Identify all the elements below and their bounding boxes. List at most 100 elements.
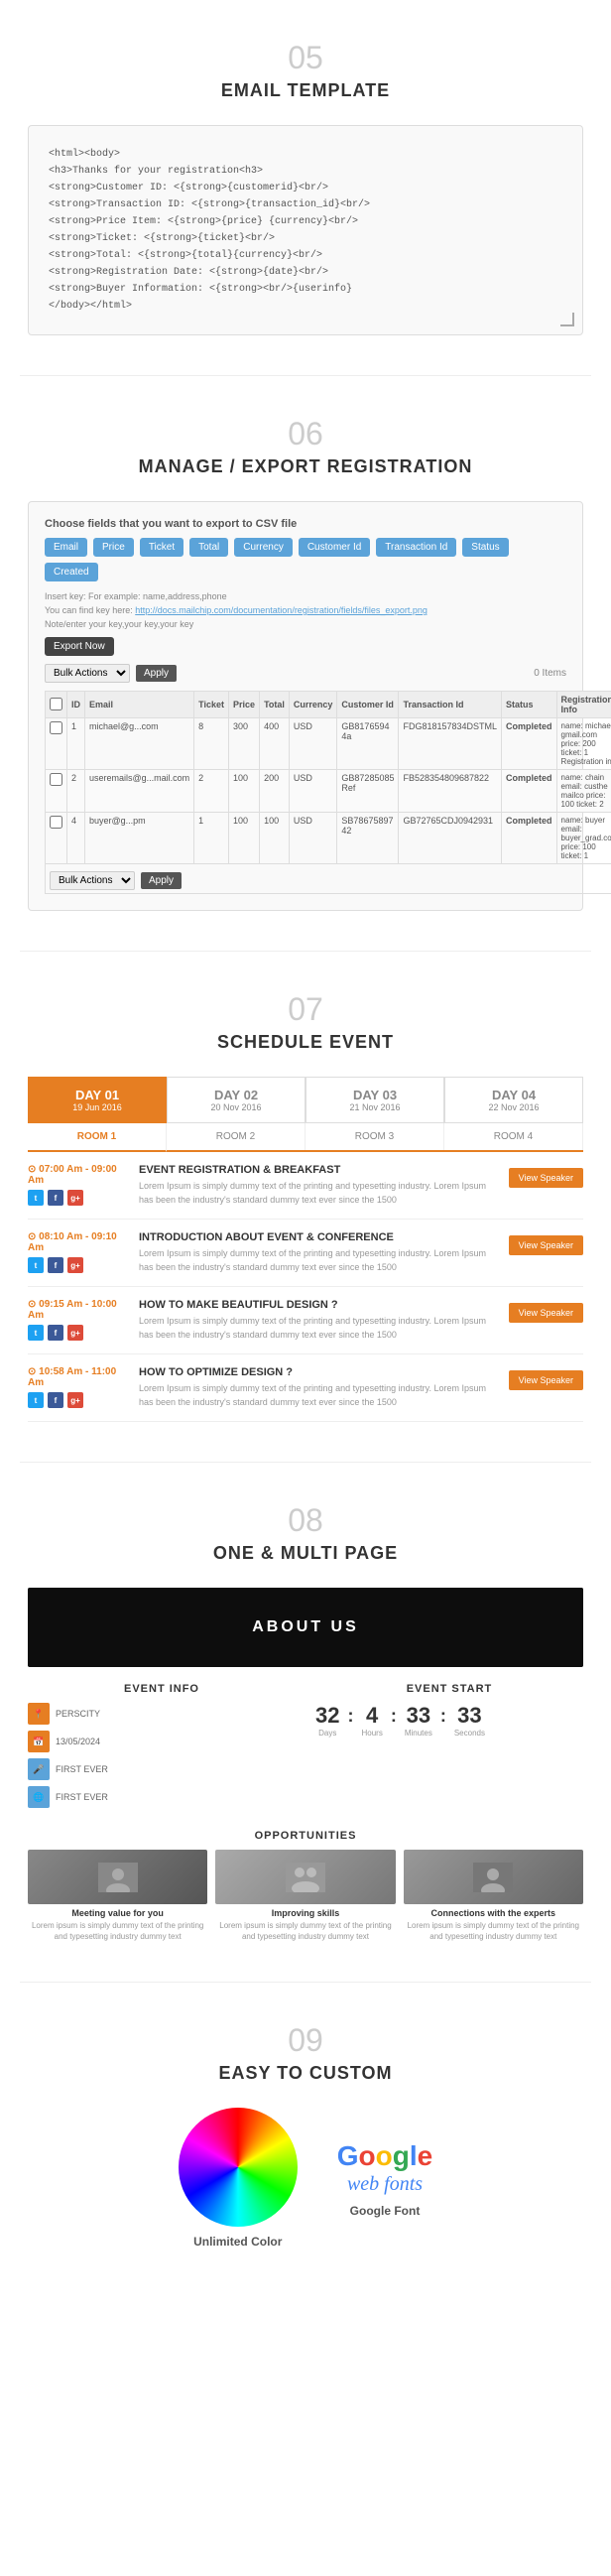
time-range-4: ⊙ 10:58 Am - 11:00 Am — [28, 1366, 127, 1388]
schedule-box: DAY 01 19 Jun 2016 DAY 02 20 Nov 2016 DA… — [28, 1077, 583, 1422]
room-tab-3[interactable]: ROOM 3 — [306, 1123, 444, 1150]
time-range-2: ⊙ 08:10 Am - 09:10 Am — [28, 1231, 127, 1253]
section-title-08: ONE & MULTI PAGE — [20, 1543, 591, 1564]
about-hero: ABOUT US — [28, 1588, 583, 1667]
bulk-actions-select[interactable]: Bulk Actions — [45, 664, 130, 683]
schedule-content-1: EVENT REGISTRATION & BREAKFAST Lorem Ips… — [127, 1164, 509, 1207]
table-row: 4buyer@g...pm1100100USD SB78675897 42GB7… — [46, 813, 611, 864]
section-number-07: 07 — [20, 991, 591, 1028]
opportunities-title: OPPORTUNITIES — [28, 1830, 583, 1842]
th-currency: Currency — [289, 692, 337, 718]
note-hint: Note/enter your key,your key,your key — [45, 619, 566, 629]
twitter-icon-4[interactable]: t — [28, 1392, 44, 1408]
field-currency[interactable]: Currency — [234, 538, 293, 557]
export-link[interactable]: http://docs.mailchip.com/documentation/r… — [135, 605, 428, 615]
countdown-minutes: 33 Minutes — [405, 1703, 432, 1738]
export-box: Choose fields that you want to export to… — [28, 501, 583, 911]
section-multipage: 08 ONE & MULTI PAGE ABOUT US EVENT INFO … — [0, 1463, 611, 1982]
event-title-3: HOW TO MAKE BEAUTIFUL DESIGN ? — [139, 1299, 497, 1311]
day-label-2: DAY 02 — [172, 1088, 301, 1102]
select-all-checkbox[interactable] — [50, 698, 62, 710]
event-start-title: EVENT START — [315, 1683, 583, 1695]
day-tabs: DAY 01 19 Jun 2016 DAY 02 20 Nov 2016 DA… — [28, 1077, 583, 1123]
field-created[interactable]: Created — [45, 563, 98, 581]
field-total[interactable]: Total — [189, 538, 228, 557]
room-tab-4[interactable]: ROOM 4 — [444, 1123, 583, 1150]
th-reg-info: Registration Info — [556, 692, 611, 718]
countdown-minutes-label: Minutes — [405, 1729, 432, 1738]
location-icon: 📍 — [28, 1703, 50, 1725]
field-ticket[interactable]: Ticket — [140, 538, 183, 557]
twitter-icon-3[interactable]: t — [28, 1325, 44, 1341]
google-e: e — [418, 2140, 433, 2171]
section-title-09: EASY TO CUSTOM — [20, 2063, 591, 2084]
gplus-icon-1[interactable]: g+ — [67, 1190, 83, 1206]
table-row: 2useremails@g...mail.com2100200USD GB872… — [46, 770, 611, 813]
day-label-4: DAY 04 — [449, 1088, 578, 1102]
opp-label-2: Improving skills — [215, 1908, 395, 1918]
google-g: G — [337, 2140, 359, 2171]
schedule-time-1: ⊙ 07:00 Am - 09:00 Am t f g+ — [28, 1164, 127, 1206]
row-4-checkbox[interactable] — [50, 816, 62, 829]
day-date-2: 20 Nov 2016 — [172, 1102, 301, 1112]
schedule-social-2: t f g+ — [28, 1257, 127, 1273]
google-g2: g — [393, 2140, 410, 2171]
apply-button[interactable]: Apply — [136, 665, 177, 682]
twitter-icon-1[interactable]: t — [28, 1190, 44, 1206]
find-link: You can find key here: http://docs.mailc… — [45, 605, 566, 615]
day-tab-4[interactable]: DAY 04 22 Nov 2016 — [444, 1077, 583, 1123]
google-l: l — [410, 2140, 418, 2171]
event-title-2: INTRODUCTION ABOUT EVENT & CONFERENCE — [139, 1231, 497, 1243]
day-tab-2[interactable]: DAY 02 20 Nov 2016 — [167, 1077, 306, 1123]
view-speaker-btn-4[interactable]: View Speaker — [509, 1370, 583, 1390]
web-fonts-text: web fonts — [337, 2173, 432, 2196]
export-now-btn[interactable]: Export Now — [45, 637, 114, 656]
field-customer-id[interactable]: Customer Id — [299, 538, 370, 557]
countdown-seconds-label: Seconds — [454, 1729, 485, 1738]
gplus-icon-4[interactable]: g+ — [67, 1392, 83, 1408]
room-tab-1[interactable]: ROOM 1 — [28, 1123, 167, 1152]
facebook-icon-4[interactable]: f — [48, 1392, 63, 1408]
gplus-icon-2[interactable]: g+ — [67, 1257, 83, 1273]
field-email[interactable]: Email — [45, 538, 87, 557]
event-desc-3: Lorem Ipsum is simply dummy text of the … — [139, 1315, 497, 1342]
day-tab-1[interactable]: DAY 01 19 Jun 2016 — [28, 1077, 167, 1123]
gplus-icon-3[interactable]: g+ — [67, 1325, 83, 1341]
opp-item-1: Meeting value for you Lorem ipsum is sim… — [28, 1850, 207, 1942]
facebook-icon-2[interactable]: f — [48, 1257, 63, 1273]
view-speaker-btn-1[interactable]: View Speaker — [509, 1168, 583, 1188]
info-text-4: FIRST EVER — [56, 1792, 108, 1802]
opp-desc-3: Lorem ipsum is simply dummy text of the … — [404, 1920, 583, 1942]
countdown-hours-num: 4 — [361, 1703, 382, 1729]
view-speaker-btn-2[interactable]: View Speaker — [509, 1235, 583, 1255]
schedule-item-2: ⊙ 08:10 Am - 09:10 Am t f g+ INTRODUCTIO… — [28, 1220, 583, 1287]
time-range-1: ⊙ 07:00 Am - 09:00 Am — [28, 1164, 127, 1186]
bulk-actions-select-bottom[interactable]: Bulk Actions — [50, 871, 135, 890]
event-desc-1: Lorem Ipsum is simply dummy text of the … — [139, 1180, 497, 1207]
row-1-checkbox[interactable] — [50, 721, 62, 734]
event-desc-2: Lorem Ipsum is simply dummy text of the … — [139, 1247, 497, 1274]
table-header-row: ID Email Ticket Price Total Currency Cus… — [46, 692, 611, 718]
countdown-days-num: 32 — [315, 1703, 339, 1729]
view-speaker-btn-3[interactable]: View Speaker — [509, 1303, 583, 1323]
twitter-icon-2[interactable]: t — [28, 1257, 44, 1273]
room-tabs: ROOM 1 ROOM 2 ROOM 3 ROOM 4 — [28, 1123, 583, 1152]
schedule-content-4: HOW TO OPTIMIZE DESIGN ? Lorem Ipsum is … — [127, 1366, 509, 1409]
field-price[interactable]: Price — [93, 538, 134, 557]
schedule-time-4: ⊙ 10:58 Am - 11:00 Am t f g+ — [28, 1366, 127, 1408]
field-transaction-id[interactable]: Transaction Id — [376, 538, 456, 557]
section-title-06: MANAGE / EXPORT REGISTRATION — [20, 456, 591, 477]
opp-label-3: Connections with the experts — [404, 1908, 583, 1918]
email-code: <html><body> <h3>Thanks for your registr… — [49, 146, 562, 315]
section-number-05: 05 — [20, 40, 591, 76]
schedule-social-4: t f g+ — [28, 1392, 127, 1408]
day-tab-3[interactable]: DAY 03 21 Nov 2016 — [306, 1077, 444, 1123]
room-tab-2[interactable]: ROOM 2 — [167, 1123, 306, 1150]
table-row: 1michael@g...com8300400USD GB8176594 4aF… — [46, 718, 611, 770]
row-2-checkbox[interactable] — [50, 773, 62, 786]
field-status[interactable]: Status — [462, 538, 508, 557]
apply-button-bottom[interactable]: Apply — [141, 872, 182, 889]
facebook-icon-3[interactable]: f — [48, 1325, 63, 1341]
th-price: Price — [229, 692, 260, 718]
facebook-icon-1[interactable]: f — [48, 1190, 63, 1206]
